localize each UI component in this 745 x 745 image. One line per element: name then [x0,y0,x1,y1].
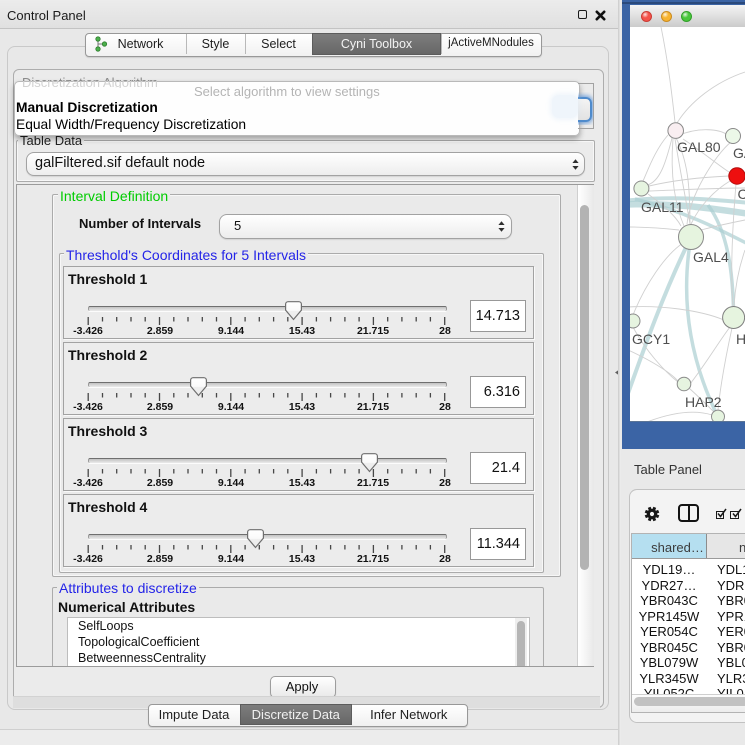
svg-text:GAL4: GAL4 [693,249,729,265]
svg-text:GAL80: GAL80 [677,139,721,155]
svg-text:GA: GA [733,145,745,161]
svg-text:GCY1: GCY1 [632,331,670,347]
svg-text:HA: HA [736,331,745,347]
svg-text:CY: CY [738,186,745,202]
svg-text:HAP2: HAP2 [685,394,722,410]
svg-text:GAL11: GAL11 [641,199,684,215]
